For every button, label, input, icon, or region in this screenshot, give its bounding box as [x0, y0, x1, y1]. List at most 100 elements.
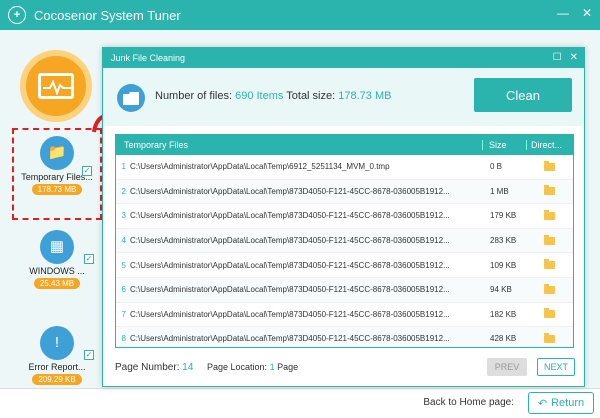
row-directory [532, 209, 573, 220]
window-controls: — ✕ [556, 6, 594, 20]
row-size: 0 B [490, 162, 503, 172]
row-number: 3 [121, 211, 126, 221]
clean-button[interactable]: Clean [474, 78, 572, 112]
return-button[interactable]: ↶ Return [528, 392, 594, 414]
row-directory [532, 259, 573, 270]
row-number: 2 [121, 186, 126, 196]
open-folder-icon[interactable] [544, 209, 555, 220]
close-icon[interactable]: ✕ [570, 48, 578, 68]
module-checkbox[interactable]: ✓ [82, 166, 92, 176]
dialog-controls: ☐ ✕ [553, 48, 578, 68]
module-windows[interactable]: ▦ ✓ WINDOWS ... 25.43 MB [12, 224, 102, 304]
open-folder-icon[interactable] [544, 185, 555, 196]
pagination: Page Number: 14 Page Location: 1 Page PR… [115, 358, 575, 378]
row-number: 5 [121, 260, 126, 270]
folder-gear-icon: 📁 [40, 136, 74, 170]
close-icon[interactable]: ✕ [580, 6, 594, 20]
table-row[interactable]: 2 C:\Users\Administrator\AppData\Local\Te… [116, 179, 573, 205]
files-table: Temporary Files Size Direct... 1 C:\Users… [115, 134, 574, 348]
back-home-label: Back to Home page: [423, 397, 514, 408]
windows-icon: ▦ [40, 230, 74, 264]
row-path: C:\Users\Administrator\AppData\Local\Tem… [130, 211, 450, 221]
open-folder-icon[interactable] [544, 234, 555, 245]
page-location-suffix: Page [277, 362, 299, 372]
module-checkbox[interactable]: ✓ [84, 254, 94, 264]
column-header-size[interactable]: Size [482, 140, 526, 150]
row-path: C:\Users\Administrator\AppData\Local\Tem… [130, 186, 450, 196]
row-size: 179 KB [490, 211, 517, 221]
page-number: Page Number: 14 [115, 362, 193, 373]
row-size: 428 KB [490, 334, 517, 344]
row-size: 1 MB [490, 186, 509, 196]
open-folder-icon[interactable] [544, 283, 555, 294]
page-number-label: Page Number: [115, 362, 180, 373]
file-summary: Number of files: 690 Items Total size: 1… [155, 90, 391, 102]
folder-icon [117, 84, 145, 112]
column-header-directory[interactable]: Direct... [526, 140, 573, 150]
app-titlebar: + Cocosenor System Tuner — ✕ [0, 0, 600, 30]
module-checkbox[interactable]: ✓ [84, 350, 94, 360]
row-directory [532, 283, 573, 294]
table-row[interactable]: 7 C:\Users\Administrator\AppData\Local\Te… [116, 303, 573, 328]
left-panel: 📁 ✓ Temporary Files... 178.73 MB ▦ ✓ WIN… [0, 30, 112, 388]
row-number: 4 [121, 236, 126, 246]
files-count: 690 Items [235, 90, 284, 102]
row-number: 1 [121, 162, 126, 172]
open-folder-icon[interactable] [544, 160, 555, 171]
module-label: Error Report... [28, 362, 86, 372]
row-size: 283 KB [490, 236, 517, 246]
row-size: 182 KB [490, 309, 517, 319]
row-directory [532, 234, 573, 245]
row-path: C:\Users\Administrator\AppData\Local\Tem… [130, 309, 450, 319]
maximize-icon[interactable]: ☐ [553, 48, 562, 68]
row-path: C:\Users\Administrator\AppData\Local\Tem… [130, 334, 450, 344]
column-header-path[interactable]: Temporary Files [116, 140, 482, 150]
row-directory [532, 160, 573, 171]
module-error-reports[interactable]: ! ✓ Error Report... 209.29 KB [12, 320, 102, 388]
app-logo-icon: + [8, 6, 26, 24]
next-button[interactable]: NEXT [537, 358, 575, 376]
prev-button[interactable]: PREV [487, 358, 527, 376]
page-location-value: 1 [269, 362, 275, 372]
row-path: C:\Users\Administrator\AppData\Local\Tem… [130, 285, 450, 295]
minimize-icon[interactable]: — [556, 6, 570, 20]
page-number-value: 14 [182, 362, 194, 373]
dialog-title: Junk File Cleaning [111, 53, 186, 63]
files-label: Number of files: [155, 90, 233, 102]
module-size-badge[interactable]: 25.43 MB [33, 278, 81, 289]
module-temporary-files[interactable]: 📁 ✓ Temporary Files... 178.73 MB [12, 128, 102, 220]
open-folder-icon[interactable] [544, 259, 555, 270]
return-label: Return [551, 397, 585, 409]
table-header: Temporary Files Size Direct... [116, 135, 573, 155]
table-row[interactable]: 4 C:\Users\Administrator\AppData\Local\Te… [116, 228, 573, 254]
page-location: Page Location: 1 Page [207, 362, 298, 372]
row-path: C:\Users\Administrator\AppData\Local\Tem… [130, 260, 450, 270]
exclamation-icon: ! [40, 326, 74, 360]
size-label: Total size: [286, 90, 336, 102]
open-folder-icon[interactable] [544, 332, 555, 343]
row-path: C:\Users\Administrator\AppData\Local\Tem… [130, 236, 450, 246]
dialog-summary: Number of files: 690 Items Total size: 1… [103, 68, 584, 126]
open-folder-icon[interactable] [544, 308, 555, 319]
table-row[interactable]: 5 C:\Users\Administrator\AppData\Local\Te… [116, 253, 573, 278]
row-number: 6 [121, 285, 126, 295]
table-row[interactable]: 3 C:\Users\Administrator\AppData\Local\Te… [116, 204, 573, 229]
table-row[interactable]: 6 C:\Users\Administrator\AppData\Local\Te… [116, 277, 573, 303]
total-size: 178.73 MB [338, 90, 392, 102]
module-size-badge[interactable]: 209.29 KB [32, 374, 82, 385]
module-size-badge[interactable]: 178.73 MB [31, 184, 83, 195]
dialog-titlebar: Junk File Cleaning ☐ ✕ [103, 48, 584, 68]
system-monitor-icon [20, 50, 92, 122]
module-label: WINDOWS ... [29, 266, 85, 276]
table-row[interactable]: 1 C:\Users\Administrator\AppData\Local\Te… [116, 155, 573, 180]
table-body: 1 C:\Users\Administrator\AppData\Local\Te… [116, 155, 573, 347]
row-number: 8 [121, 334, 126, 344]
row-path: C:\Users\Administrator\AppData\Local\Tem… [130, 162, 390, 172]
page-location-label: Page Location: [207, 362, 268, 372]
table-row[interactable]: 8 C:\Users\Administrator\AppData\Local\Te… [116, 327, 573, 347]
row-directory [532, 185, 573, 196]
row-size: 94 KB [490, 285, 512, 295]
row-directory [532, 308, 573, 319]
junk-file-dialog: Junk File Cleaning ☐ ✕ Number of files: … [102, 47, 585, 387]
bottom-bar: Back to Home page: ↶ Return [0, 388, 600, 418]
